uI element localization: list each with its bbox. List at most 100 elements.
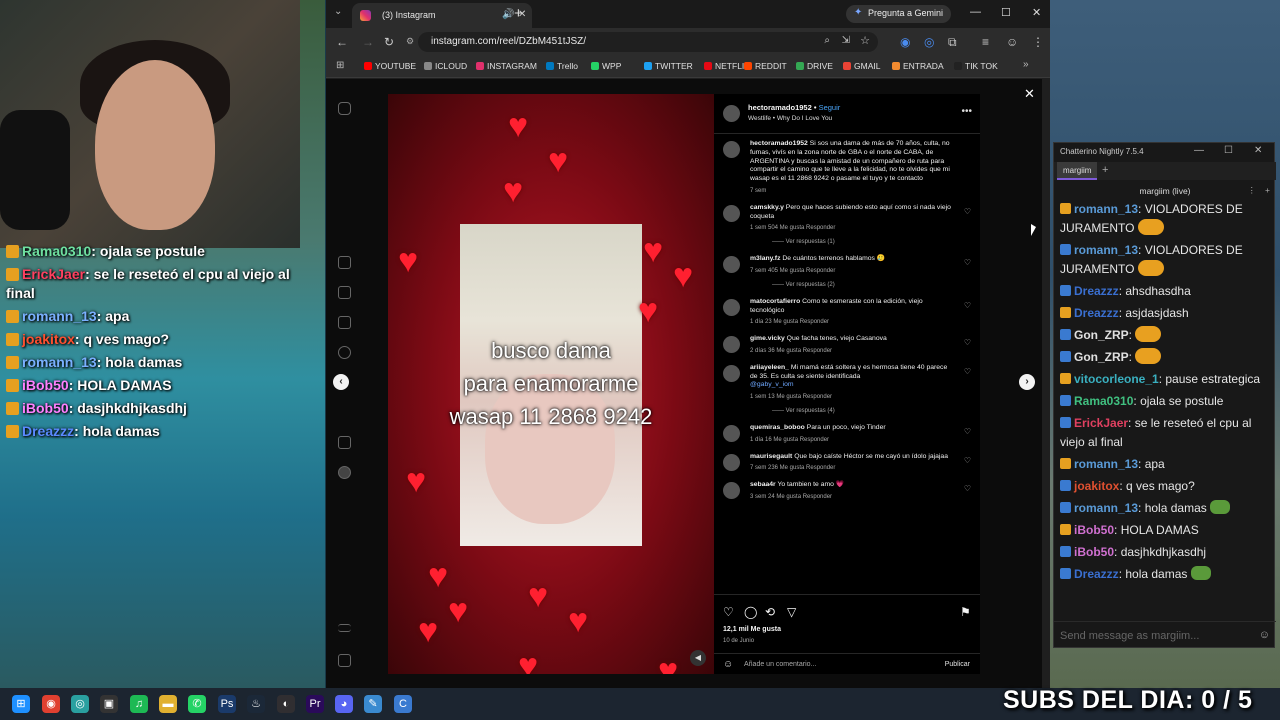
tab-search-icon[interactable]: ⌄ <box>334 6 342 17</box>
speaker-icon[interactable]: 🔊 <box>502 9 514 20</box>
author-avatar[interactable] <box>723 105 740 122</box>
comment-like-icon[interactable]: ♡ <box>964 427 971 437</box>
comment-user[interactable]: matocortafierro <box>750 298 800 305</box>
bookmark-icloud[interactable]: ICLOUD <box>424 61 467 71</box>
comment-like-icon[interactable]: ♡ <box>964 456 971 466</box>
view-replies[interactable]: —— Ver respuestas (1) <box>714 239 980 245</box>
comment-like-icon[interactable]: ♡ <box>964 484 971 494</box>
comment-meta[interactable]: 1 sem 504 Me gusta Responder <box>750 224 956 233</box>
comment-meta[interactable]: 1 día 16 Me gusta Responder <box>750 436 956 445</box>
commenter-avatar[interactable] <box>723 453 740 471</box>
save-icon[interactable]: ⚑ <box>960 605 971 619</box>
publish-button[interactable]: Publicar <box>945 661 970 668</box>
steam-icon[interactable]: ♨ <box>247 695 265 713</box>
menu-icon[interactable]: ⋮ <box>1032 35 1044 49</box>
comment-user[interactable]: ariiayeleen_ <box>750 364 789 371</box>
address-bar[interactable]: ⚙ instagram.com/reel/DZbM451tJSZ/ ⌕ ⇲ ☆ <box>406 32 878 52</box>
premiere-icon[interactable]: Pr <box>306 695 324 713</box>
comment-user[interactable]: gime.vicky <box>750 335 785 342</box>
bookmark-twitter[interactable]: TWITTER <box>644 61 693 71</box>
share-icon[interactable]: ▽ <box>787 605 796 619</box>
comment-like-icon[interactable]: ♡ <box>964 301 971 311</box>
dashboard-icon[interactable] <box>338 436 351 449</box>
repost-icon[interactable]: ⟲ <box>765 605 775 619</box>
comment-meta[interactable]: 1 sem 13 Me gusta Responder <box>750 393 956 402</box>
next-post-arrow[interactable]: › <box>1019 374 1035 390</box>
zoom-icon[interactable]: ⌕ <box>824 35 830 46</box>
comment-user[interactable]: maurisegault <box>750 453 792 460</box>
bookmark-gmail[interactable]: GMAIL <box>843 61 880 71</box>
obs-icon[interactable]: ◐ <box>277 695 295 713</box>
emote-picker-icon[interactable]: ☺ <box>1259 629 1270 641</box>
song-label[interactable]: Westlife • Why Do I Love You <box>748 115 832 122</box>
messages-icon[interactable] <box>338 316 351 329</box>
commenter-avatar[interactable] <box>723 204 740 222</box>
commenter-avatar[interactable] <box>723 482 740 500</box>
chat-username[interactable]: iBob50 <box>1074 545 1114 559</box>
chatterino-maximize-button[interactable]: ☐ <box>1224 145 1233 156</box>
photoshop-icon[interactable]: Ps <box>218 695 236 713</box>
bookmark-youtube[interactable]: YOUTUBE <box>364 61 416 71</box>
channel-menu-icon[interactable]: ⋮ <box>1248 185 1257 196</box>
home-icon[interactable] <box>338 256 351 269</box>
commenter-avatar[interactable] <box>723 298 740 316</box>
commenter-avatar[interactable] <box>723 364 740 382</box>
more-menu-icon[interactable] <box>338 624 351 632</box>
bookmark-entrada[interactable]: ENTRADA <box>892 61 944 71</box>
comment-user[interactable]: m3lany.fz <box>750 255 780 262</box>
chat-username[interactable]: romann_13 <box>1074 457 1138 471</box>
chat-username[interactable]: Gon_ZRP <box>1074 350 1129 364</box>
whatsapp-icon[interactable]: ✆ <box>188 695 206 713</box>
close-window-button[interactable]: ✕ <box>1032 6 1041 19</box>
extensions-puzzle-icon[interactable]: ⧉ <box>948 35 957 50</box>
split-add-icon[interactable]: + <box>1265 185 1270 195</box>
comment-like-icon[interactable]: ♡ <box>964 367 971 377</box>
forward-icon[interactable]: → <box>362 35 374 49</box>
comment-meta[interactable]: 1 día 23 Me gusta Responder <box>750 318 956 327</box>
view-replies[interactable]: —— Ver respuestas (4) <box>714 408 980 414</box>
chat-username[interactable]: Dreazzz <box>1074 567 1119 581</box>
search-icon[interactable] <box>338 346 351 359</box>
comment-like-icon[interactable]: ♡ <box>964 258 971 268</box>
comment-meta[interactable]: 3 sem 24 Me gusta Responder <box>750 493 956 502</box>
likes-count[interactable]: 12,1 mil Me gusta <box>723 626 781 633</box>
comment-meta[interactable]: 7 sem <box>750 187 956 196</box>
chatterino-minimize-button[interactable]: — <box>1194 145 1204 156</box>
follow-button[interactable]: Seguir <box>819 103 841 112</box>
comment-user[interactable]: quemiras_boboo <box>750 424 805 431</box>
gemini-button[interactable]: Pregunta a Gemini <box>846 5 952 23</box>
discord-icon[interactable]: ◕ <box>335 695 353 713</box>
emoji-icon[interactable]: ☺ <box>723 659 733 670</box>
commenter-avatar[interactable] <box>723 336 740 354</box>
reload-icon[interactable]: ↻ <box>384 35 394 49</box>
chrome-icon[interactable]: ◉ <box>42 695 60 713</box>
spotify-icon[interactable]: ♫ <box>130 695 148 713</box>
site-info-icon[interactable]: ⚙ <box>406 36 414 47</box>
chat-username[interactable]: vitocorleone_1 <box>1074 372 1159 386</box>
media-icon[interactable]: ≡ <box>982 35 989 49</box>
tab-instagram[interactable]: (3) Instagram 🔊 ✕ <box>352 3 532 28</box>
bookmark-reddit[interactable]: REDDIT <box>744 61 787 71</box>
terminal-icon[interactable]: ▣ <box>100 695 118 713</box>
comment-user[interactable]: sebaa4r <box>750 481 776 488</box>
ccleaner-icon[interactable]: C <box>394 695 412 713</box>
comment-user[interactable]: camskky.y <box>750 204 784 211</box>
bookmark-tik-tok[interactable]: TIK TOK <box>954 61 998 71</box>
like-icon[interactable]: ♡ <box>723 605 734 619</box>
instagram-logo-icon[interactable] <box>338 102 351 115</box>
chat-username[interactable]: Gon_ZRP <box>1074 328 1129 342</box>
chat-input[interactable]: Send message as margiim... ☺ <box>1054 621 1276 649</box>
bookmark-star-icon[interactable]: ☆ <box>860 34 870 47</box>
comment-like-icon[interactable]: ♡ <box>964 207 971 217</box>
bookmark-instagram[interactable]: INSTAGRAM <box>476 61 537 71</box>
profile-icon[interactable]: ☺ <box>1006 35 1018 49</box>
bookmark-drive[interactable]: DRIVE <box>796 61 833 71</box>
add-tab-button[interactable]: + <box>1102 164 1108 176</box>
chat-username[interactable]: romann_13 <box>1074 501 1138 515</box>
commenter-avatar[interactable] <box>723 424 740 442</box>
chatterino-close-button[interactable]: ✕ <box>1254 145 1262 156</box>
chat-username[interactable]: iBob50 <box>1074 523 1114 537</box>
folder-icon[interactable]: ▬ <box>159 695 177 713</box>
extension-2-icon[interactable]: ◎ <box>924 35 934 49</box>
comment-meta[interactable]: 2 días 36 Me gusta Responder <box>750 347 956 356</box>
